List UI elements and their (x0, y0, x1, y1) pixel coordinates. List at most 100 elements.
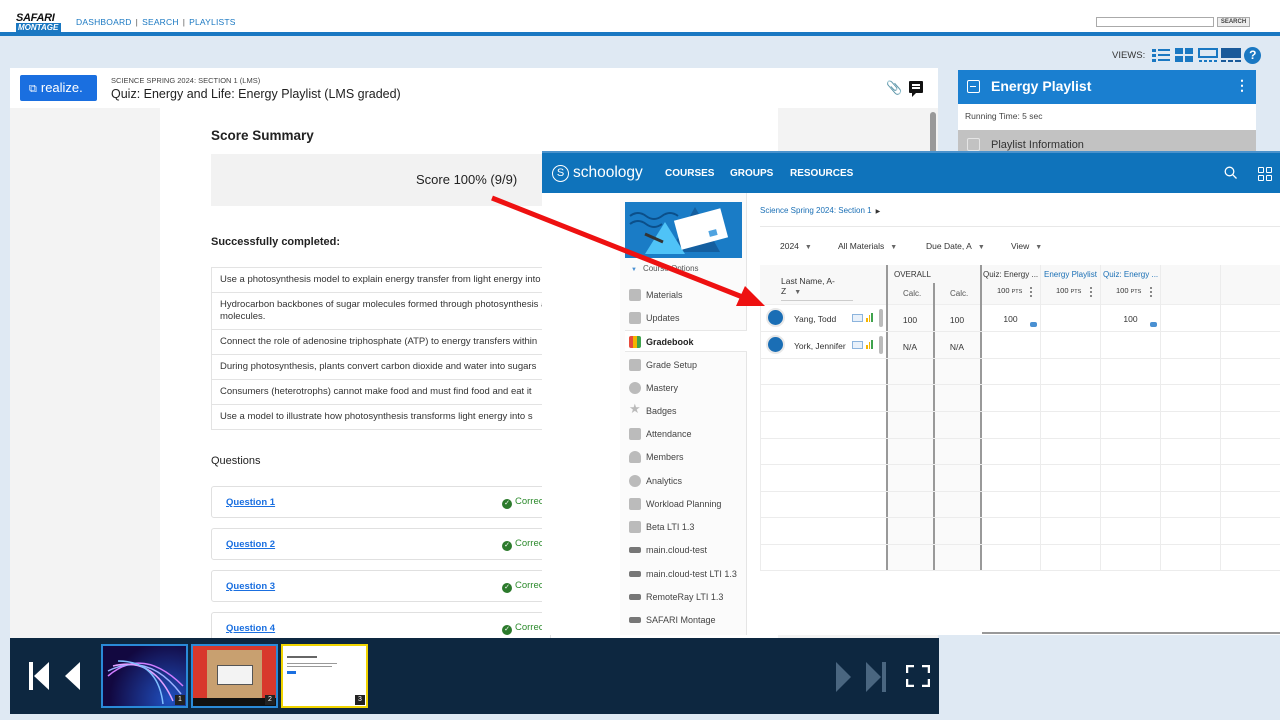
grid-view-icon[interactable] (1175, 48, 1194, 62)
safari-montage-logo[interactable]: SAFARI MONTAGE (16, 13, 61, 32)
sidebar-item-safari-montage[interactable]: SAFARI Montage (625, 609, 747, 631)
open-realize-button[interactable]: ⧉ realize. (20, 75, 97, 101)
paperclip-icon[interactable]: 📎 (886, 80, 902, 96)
sidebar-item-analytics[interactable]: Analytics (625, 470, 747, 492)
comment-bubble-icon[interactable] (1030, 322, 1037, 327)
row-scroll-handle[interactable] (879, 336, 883, 354)
grid-line (1160, 265, 1161, 571)
thumbnail-1[interactable]: 1 (101, 644, 188, 708)
sidebar-item-workload-planning[interactable]: Workload Planning (625, 493, 747, 515)
question-link[interactable]: Question 1 (226, 497, 275, 508)
student-name[interactable]: York, Jennifer (794, 341, 846, 351)
caret-down-icon: ▼ (794, 289, 802, 296)
sidebar-item-gradebook[interactable]: Gradebook (625, 330, 747, 352)
sidebar-item-mastery[interactable]: Mastery (625, 377, 747, 399)
nav-groups[interactable]: GROUPS (730, 168, 773, 179)
sidebar-item-materials[interactable]: Materials (625, 284, 747, 306)
sidebar-item-main-cloud-test[interactable]: main.cloud-test (625, 539, 747, 561)
collapse-icon[interactable] (967, 80, 980, 93)
analytics-bars-icon[interactable] (866, 340, 873, 349)
sidebar-item-badges[interactable]: ★ Badges (625, 400, 747, 422)
nav-resources[interactable]: RESOURCES (790, 168, 853, 179)
course-options[interactable]: ▼ Course Options (631, 264, 699, 273)
sidebar-item-main-cloud-test-lti[interactable]: main.cloud-test LTI 1.3 (625, 563, 747, 585)
next-icon[interactable] (836, 662, 852, 692)
overall-grade: 100 (949, 315, 965, 325)
thumbnail-2[interactable]: 2 (191, 644, 278, 708)
comment-icon[interactable] (909, 81, 923, 97)
quiz-header: ⧉ realize. SCIENCE SPRING 2024: SECTION 1… (10, 68, 938, 108)
thumbnail-3-selected[interactable]: 3 (281, 644, 368, 708)
sidebar-item-updates[interactable]: Updates (625, 307, 747, 329)
assignment-header[interactable]: Energy Playlist (1044, 270, 1097, 279)
sidebar-item-grade-setup[interactable]: Grade Setup (625, 354, 747, 376)
previous-icon[interactable] (64, 660, 84, 692)
column-menu-icon[interactable] (1090, 287, 1092, 297)
lti-app-icon (629, 571, 641, 577)
overall-grade: 100 (902, 315, 918, 325)
row-scroll-handle[interactable] (879, 309, 883, 327)
divider (982, 632, 1280, 634)
fullscreen-icon[interactable] (906, 665, 930, 687)
external-link-icon: ⧉ (29, 83, 37, 95)
analytics-bars-icon[interactable] (866, 313, 873, 322)
breadcrumb[interactable]: Science Spring 2024: Section 1 ▶ (760, 206, 880, 215)
theater-view-icon[interactable] (1221, 48, 1242, 62)
assignment-header[interactable]: Quiz: Energy ... (983, 270, 1038, 279)
schoology-navbar: Sschoology COURSES GROUPS RESOURCES (542, 151, 1280, 193)
column-menu-icon[interactable] (1030, 287, 1032, 297)
student-name[interactable]: Yang, Todd (794, 314, 836, 324)
grid-line (760, 358, 1280, 359)
badge-star-icon: ★ (629, 401, 641, 416)
nav-playlists[interactable]: PLAYLISTS (189, 17, 236, 27)
nav-dashboard[interactable]: DASHBOARD (76, 17, 132, 27)
comment-bubble-icon[interactable] (1150, 322, 1157, 327)
grid-line (760, 517, 1280, 518)
help-icon[interactable]: ? (1244, 46, 1262, 64)
score-text: Score 100% (9/9) (416, 172, 518, 187)
apps-grid-icon[interactable] (1258, 167, 1272, 181)
filmstrip-view-icon[interactable] (1198, 48, 1219, 62)
completed-heading: Successfully completed: (211, 236, 340, 248)
assignment-header[interactable]: Quiz: Energy ... (1103, 270, 1158, 279)
lti-app-icon (629, 547, 641, 553)
sidebar-item-remoteray-lti[interactable]: RemoteRay LTI 1.3 (625, 586, 747, 608)
standard-item: Consumers (heterotrophs) cannot make foo… (212, 380, 550, 405)
collapse-icon[interactable] (967, 138, 980, 151)
mail-icon[interactable] (852, 341, 863, 349)
sort-filter[interactable]: Due Date, A ▼ (926, 241, 985, 251)
question-link[interactable]: Question 3 (226, 581, 275, 592)
check-circle-icon: ✓ (502, 499, 512, 509)
sidebar-item-members[interactable]: Members (625, 446, 747, 468)
grid-line (760, 570, 1280, 571)
schoology-logo[interactable]: Sschoology (552, 164, 643, 182)
grid-line (760, 464, 1280, 465)
question-link[interactable]: Question 4 (226, 623, 275, 634)
skip-to-end-icon[interactable] (866, 662, 888, 692)
lti-app-icon (629, 521, 641, 533)
materials-filter[interactable]: All Materials ▼ (838, 241, 897, 251)
column-menu-icon[interactable] (1150, 287, 1152, 297)
question-card: Question 4 ✓ Correct (211, 612, 551, 638)
nav-courses[interactable]: COURSES (665, 168, 714, 179)
avatar[interactable] (766, 335, 785, 354)
caret-down-icon: ▼ (977, 244, 985, 251)
sidebar-item-beta-lti[interactable]: Beta LTI 1.3 (625, 516, 747, 538)
analytics-icon (629, 475, 641, 487)
views-label: VIEWS: (1112, 49, 1146, 61)
question-link[interactable]: Question 2 (226, 539, 275, 550)
list-view-icon[interactable] (1152, 48, 1171, 62)
student-sort-select[interactable]: Last Name, A-Z ▼ (781, 276, 853, 301)
view-filter[interactable]: View ▼ (1011, 241, 1042, 251)
kebab-menu-icon[interactable]: ⋮ (1235, 77, 1249, 94)
search-icon[interactable] (1224, 166, 1237, 179)
sidebar-item-attendance[interactable]: Attendance (625, 423, 747, 445)
year-filter[interactable]: 2024 ▼ (780, 241, 812, 251)
nav-search[interactable]: SEARCH (142, 17, 179, 27)
avatar[interactable] (766, 308, 785, 327)
breadcrumb-arrow-icon: ▶ (875, 209, 881, 215)
overall-header: OVERALL (894, 270, 931, 279)
search-button[interactable]: SEARCH (1217, 17, 1250, 27)
mail-icon[interactable] (852, 314, 863, 322)
search-input[interactable] (1096, 17, 1214, 27)
